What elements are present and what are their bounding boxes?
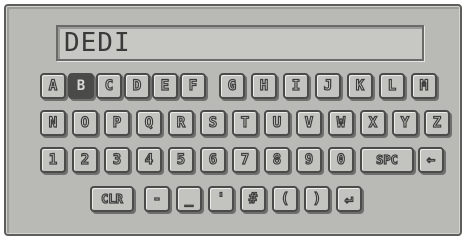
key-q[interactable]: Q [136,110,162,136]
key-apostrophe[interactable]: ' [208,186,234,212]
enter-icon[interactable]: ↵ [336,186,362,212]
text-input-field[interactable]: DEDI [56,25,424,61]
key-6[interactable]: 6 [200,147,226,173]
key-j[interactable]: J [315,73,341,99]
key-clear[interactable]: CLR [90,186,134,212]
key-o[interactable]: O [72,110,98,136]
backspace-icon[interactable]: ← [418,147,444,173]
key-e[interactable]: E [152,73,178,99]
key-3[interactable]: 3 [104,147,130,173]
key-8[interactable]: 8 [264,147,290,173]
key-space[interactable]: SPC [360,147,414,173]
input-value: DEDI [64,28,131,58]
key-t[interactable]: T [232,110,258,136]
key-v[interactable]: V [296,110,322,136]
key-1[interactable]: 1 [40,147,66,173]
key-b[interactable]: B [68,73,94,99]
key-y[interactable]: Y [392,110,418,136]
key-m[interactable]: M [411,73,437,99]
key-5[interactable]: 5 [168,147,194,173]
key-9[interactable]: 9 [296,147,322,173]
key-left-paren[interactable]: ( [272,186,298,212]
key-k[interactable]: K [347,73,373,99]
key-7[interactable]: 7 [232,147,258,173]
key-i[interactable]: I [283,73,309,99]
key-4[interactable]: 4 [136,147,162,173]
key-right-paren[interactable]: ) [304,186,330,212]
key-g[interactable]: G [219,73,245,99]
key-minus[interactable]: - [144,186,170,212]
key-h[interactable]: H [251,73,277,99]
key-c[interactable]: C [96,73,122,99]
key-z[interactable]: Z [424,110,450,136]
key-a[interactable]: A [40,73,66,99]
key-0[interactable]: 0 [328,147,354,173]
key-s[interactable]: S [200,110,226,136]
key-f[interactable]: F [180,73,206,99]
key-hash[interactable]: # [240,186,266,212]
key-l[interactable]: L [379,73,405,99]
key-x[interactable]: X [360,110,386,136]
key-u[interactable]: U [264,110,290,136]
key-p[interactable]: P [104,110,130,136]
key-w[interactable]: W [328,110,354,136]
key-r[interactable]: R [168,110,194,136]
key-2[interactable]: 2 [72,147,98,173]
key-underscore[interactable]: _ [176,186,202,212]
lcd-keyboard-panel: DEDI A B C D E F G H I J K L M N O P Q R… [4,4,462,236]
key-n[interactable]: N [40,110,66,136]
key-d[interactable]: D [124,73,150,99]
